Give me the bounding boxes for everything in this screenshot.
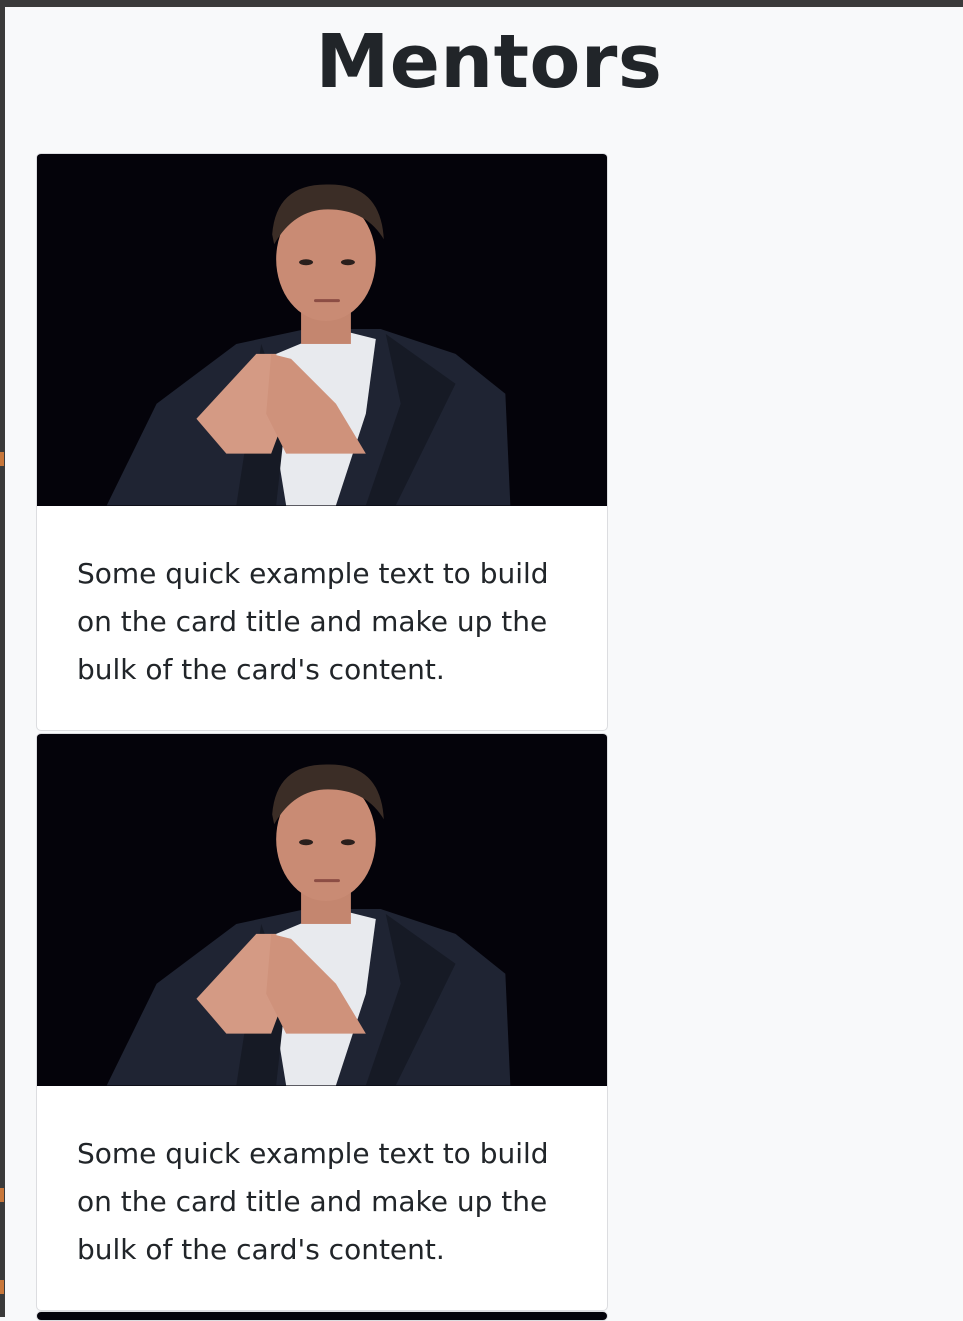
mentor-photo: [37, 154, 607, 506]
mentor-card[interactable]: [36, 1311, 608, 1321]
edge-marker: [0, 452, 4, 466]
card-text: Some quick example text to build on the …: [77, 1137, 549, 1266]
window-left-border: [0, 0, 5, 1317]
mentor-card[interactable]: Some quick example text to build on the …: [36, 153, 608, 731]
card-text: Some quick example text to build on the …: [77, 557, 549, 686]
edge-marker: [0, 1280, 4, 1294]
page-title: Mentors: [315, 19, 663, 105]
mentor-photo: [37, 734, 607, 1086]
mentor-card[interactable]: Some quick example text to build on the …: [36, 733, 608, 1311]
window-top-border: [0, 0, 963, 7]
edge-marker: [0, 1188, 4, 1202]
edge-marker: [0, 594, 4, 608]
